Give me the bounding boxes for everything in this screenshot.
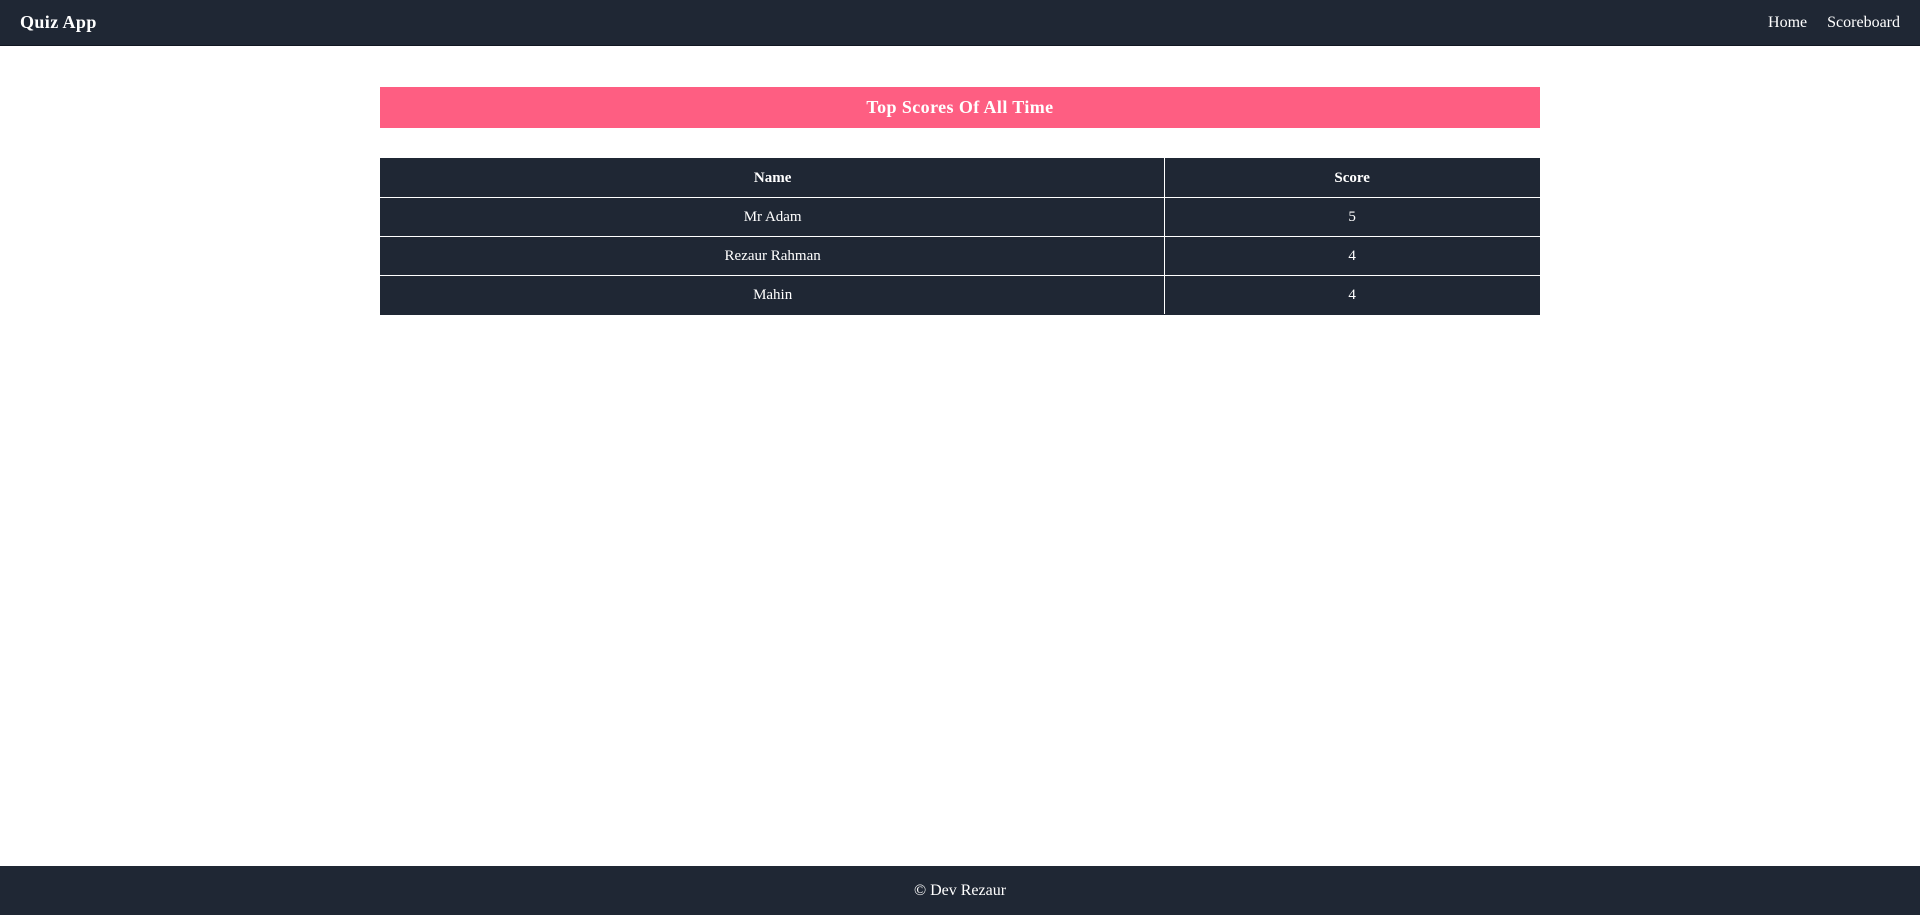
table-row: Mahin 4 — [379, 275, 1540, 315]
navbar: Quiz App Home Scoreboard — [0, 0, 1920, 46]
column-header-score: Score — [1164, 158, 1540, 198]
nav-link-home[interactable]: Home — [1768, 1, 1807, 45]
column-header-name: Name — [379, 158, 1166, 198]
player-score-cell: 4 — [1164, 236, 1540, 276]
scores-table: Name Score Mr Adam 5 Rezaur Rahman 4 Mah… — [379, 158, 1540, 315]
footer: © Dev Rezaur — [0, 866, 1920, 915]
scoreboard-title-banner: Top Scores Of All Time — [380, 87, 1540, 128]
player-name-cell: Mahin — [379, 275, 1166, 315]
brand-logo-link[interactable]: Quiz App — [20, 0, 97, 46]
table-header-row: Name Score — [379, 158, 1540, 198]
table-row: Mr Adam 5 — [379, 197, 1540, 237]
table-row: Rezaur Rahman 4 — [379, 236, 1540, 276]
player-score-cell: 4 — [1164, 275, 1540, 315]
scoreboard-title: Top Scores Of All Time — [866, 97, 1054, 117]
player-name-cell: Mr Adam — [379, 197, 1166, 237]
nav-links: Home Scoreboard — [1768, 0, 1900, 46]
player-name-cell: Rezaur Rahman — [379, 236, 1166, 276]
footer-copyright: © Dev Rezaur — [913, 881, 1007, 899]
player-score-cell: 5 — [1164, 197, 1540, 237]
nav-link-scoreboard[interactable]: Scoreboard — [1827, 1, 1900, 45]
